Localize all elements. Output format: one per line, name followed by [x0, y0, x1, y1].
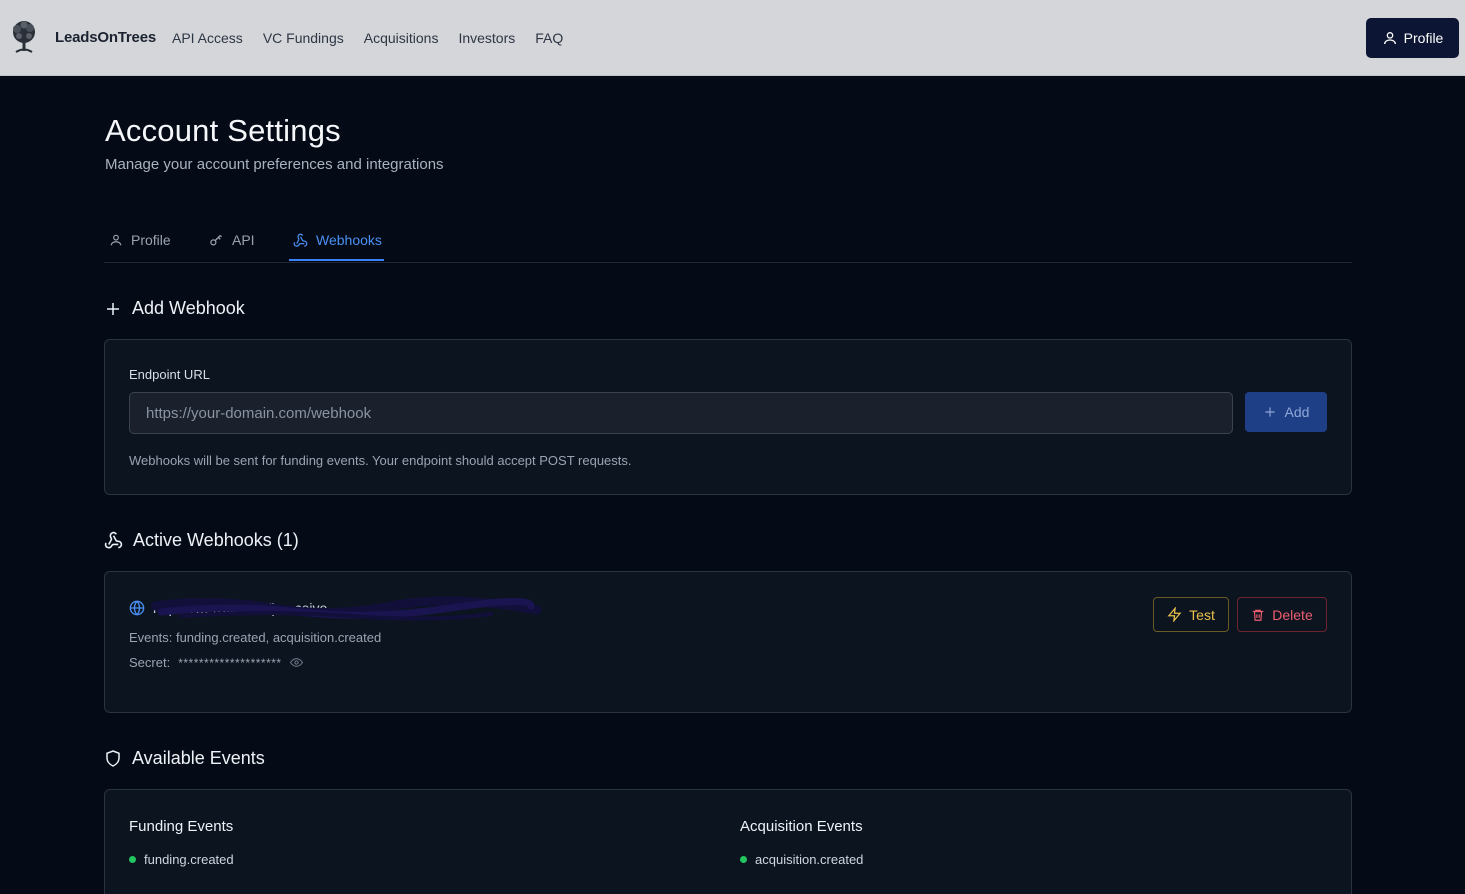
secret-value: ********************	[178, 655, 282, 670]
endpoint-url-label: Endpoint URL	[129, 367, 210, 382]
event-item-acquisition-created: acquisition.created	[740, 852, 863, 867]
nav-link-vc-fundings[interactable]: VC Fundings	[263, 30, 344, 46]
redaction-scribble	[151, 596, 541, 621]
status-dot	[129, 856, 136, 863]
brand-name[interactable]: LeadsOnTrees	[55, 29, 156, 46]
tab-profile[interactable]: Profile	[109, 218, 171, 262]
funding-events-title: Funding Events	[129, 818, 234, 835]
add-button-label: Add	[1284, 404, 1310, 420]
tab-label: Profile	[131, 232, 171, 248]
available-events-heading: Available Events	[104, 748, 265, 769]
event-item-funding-created: funding.created	[129, 852, 234, 867]
test-button-label: Test	[1189, 606, 1215, 623]
nav-link-api-access[interactable]: API Access	[172, 30, 243, 46]
page-title: Account Settings	[105, 113, 341, 148]
plus-icon	[1264, 407, 1275, 417]
delete-button-label: Delete	[1272, 606, 1313, 623]
page-subtitle: Manage your account preferences and inte…	[105, 156, 444, 173]
webhook-item-card: https://… (redacted) …ceive Events: fund…	[104, 571, 1352, 713]
globe-icon	[129, 600, 145, 616]
user-icon	[110, 234, 122, 246]
shield-icon	[106, 750, 120, 767]
profile-button-label: Profile	[1403, 30, 1444, 46]
add-webhook-card: Endpoint URL Add Webhooks will be sent f…	[104, 339, 1352, 495]
webhook-help-text: Webhooks will be sent for funding events…	[129, 453, 632, 468]
nav-links: API Access VC Fundings Acquisitions Inve…	[172, 30, 563, 46]
tab-label: Webhooks	[316, 232, 382, 248]
tab-webhooks[interactable]: Webhooks	[293, 218, 382, 262]
tree-logo-icon[interactable]	[8, 20, 40, 54]
active-tab-indicator	[289, 259, 384, 261]
webhook-icon	[293, 233, 308, 247]
add-webhook-heading: Add Webhook	[104, 298, 245, 319]
delete-webhook-button[interactable]: Delete	[1237, 597, 1327, 632]
nav-link-faq[interactable]: FAQ	[535, 30, 563, 46]
section-title: Available Events	[132, 748, 265, 768]
lightning-icon	[1167, 607, 1182, 622]
tab-label: API	[232, 232, 255, 248]
tab-api[interactable]: API	[209, 218, 255, 262]
top-nav: LeadsOnTrees API Access VC Fundings Acqu…	[0, 0, 1465, 76]
nav-link-acquisitions[interactable]: Acquisitions	[364, 30, 439, 46]
endpoint-url-input[interactable]	[129, 392, 1233, 434]
plus-icon	[107, 302, 119, 315]
section-title: Active Webhooks (1)	[133, 530, 299, 550]
test-webhook-button[interactable]: Test	[1153, 597, 1229, 632]
active-webhooks-heading: Active Webhooks (1)	[104, 530, 299, 551]
section-title: Add Webhook	[132, 298, 245, 318]
add-webhook-button[interactable]: Add	[1245, 392, 1327, 432]
available-events-card: Funding Events funding.created Acquisiti…	[104, 789, 1352, 894]
key-icon	[210, 234, 222, 245]
user-icon	[1383, 32, 1396, 45]
status-dot	[740, 856, 747, 863]
settings-tabs: Profile API Webhooks	[104, 218, 1352, 263]
eye-icon[interactable]	[289, 656, 303, 669]
webhook-icon	[104, 531, 123, 549]
nav-link-investors[interactable]: Investors	[458, 30, 515, 46]
webhook-events: Events: funding.created, acquisition.cre…	[129, 630, 382, 645]
event-name: funding.created	[144, 852, 234, 867]
webhook-secret: Secret: ********************	[129, 655, 303, 670]
profile-button[interactable]: Profile	[1366, 18, 1459, 58]
acquisition-events-title: Acquisition Events	[740, 818, 863, 835]
event-name: acquisition.created	[755, 852, 864, 867]
trash-icon	[1253, 609, 1264, 621]
secret-label: Secret:	[129, 655, 171, 670]
